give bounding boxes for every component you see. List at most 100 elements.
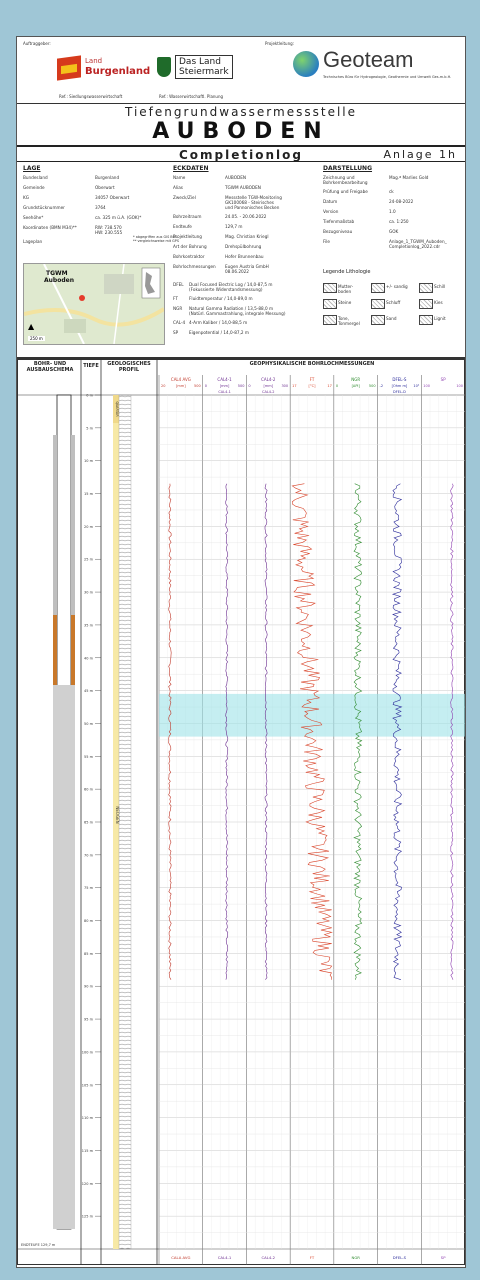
footer-track-name: CAL4-2 [261, 1255, 275, 1260]
depth-label: 15 m [84, 492, 94, 496]
eck-value: Hofer Brunnenbau [225, 254, 264, 259]
depth-label: 80 m [84, 919, 94, 923]
track-name: SP [441, 377, 447, 382]
track-left: 0 [205, 384, 207, 388]
dar-key: Tiefenmaßstab [323, 219, 355, 224]
depth-label: 50 m [84, 722, 94, 726]
steiermark-logo: Das Land Steiermark [157, 51, 253, 91]
legend-swatch [419, 299, 433, 309]
dar-key: Version [323, 209, 339, 214]
geologic-column [118, 394, 132, 1250]
header-block: Auftraggeber: Projektleitung: Land Burge… [17, 37, 465, 359]
dar-value: ca. 1:250 [389, 219, 409, 224]
track-name: CAL4 AVG [171, 377, 191, 382]
legend-label: Steine [338, 300, 352, 305]
col-tiefe-header: TIEFE [83, 363, 99, 369]
col-geophys-header: GEOPHYSIKALISCHE BOHRLOCHMESSUNGEN [249, 361, 375, 367]
track-right: 100 [456, 384, 463, 388]
anlage-label: Anlage 1h [383, 148, 457, 161]
log-key: SP [173, 330, 179, 335]
footer-track-name: DFEL-S [393, 1255, 407, 1260]
depth-label: 110 m [82, 1116, 94, 1120]
track-left: -2 [380, 384, 384, 388]
dar-key: File [323, 239, 331, 244]
legend-swatch [371, 315, 385, 325]
lage-key: KG [23, 195, 29, 200]
dar-value: 24-08-2022 [389, 199, 414, 204]
legend-swatch [419, 315, 433, 325]
eck-value: AUBODEN [225, 175, 247, 180]
north-arrow-icon: ▲ [28, 322, 35, 331]
dar-key: Prüfung und Freigabe [323, 189, 368, 194]
dar-value: ck [389, 189, 394, 194]
eck-key: Zweck/Ziel [173, 195, 196, 200]
eck-value: 129,7 m [225, 224, 243, 229]
legend-swatch [323, 315, 337, 325]
legend-swatch [323, 299, 337, 309]
depth-label: 0 m [86, 394, 93, 398]
log-desc: Natural Gamma Radiation / 13,5-88,0 m (N… [189, 306, 286, 316]
projektleitung-label: Projektleitung: [265, 41, 295, 46]
legend-swatch [323, 283, 337, 293]
depth-label: 55 m [84, 755, 94, 759]
eck-key: Projektleitung [173, 234, 202, 239]
track-left: 0 [248, 384, 250, 388]
legend-title: Legende Lithologie [323, 269, 371, 275]
track-right: 17 [327, 384, 331, 388]
land1-small: Land [85, 57, 103, 65]
depth-label: 45 m [84, 689, 94, 693]
track-unit: [mm] [220, 384, 230, 388]
auftraggeber-label: Auftraggeber: [23, 41, 51, 46]
darstellung-title: DARSTELLUNG [323, 165, 373, 172]
gravel-pack-left [53, 615, 57, 685]
track-unit: [mm] [176, 384, 186, 388]
depth-label: 125 m [82, 1215, 94, 1219]
eck-key: Alias [173, 185, 183, 190]
log-desc: Fluidtemperatur / 14,0-89,0 m [189, 296, 253, 301]
geoteam-name: Geoteam [323, 47, 414, 72]
track-left: 100 [423, 384, 430, 388]
depth-label: 115 m [82, 1149, 94, 1153]
lage-key: Gemeinde [23, 185, 45, 190]
footer-track-name: CAL4-1 [218, 1255, 232, 1260]
depth-label: 40 m [84, 656, 94, 660]
log-key: CAL-4 [173, 320, 186, 325]
ref-steiermark: Ref.: Wasserwirtschaftl. Planung [159, 94, 224, 99]
aquifer-band [159, 693, 465, 737]
track-right: 300 [281, 384, 288, 388]
land2-line2: Steiermark [179, 67, 229, 77]
lage-key: Grundstücknummer [23, 205, 65, 210]
geoteam-logo: Geoteam Technisches Büro für Hydrogeolog… [293, 47, 463, 85]
gravel-pack-right [71, 615, 75, 685]
track-unit: [API] [352, 384, 361, 388]
dar-value: Anlage_1_TGWM_Auboden_ Completionlog_202… [389, 239, 447, 249]
depth-label: 70 m [84, 853, 94, 857]
dar-key: Bezugsniveau [323, 229, 353, 234]
lage-value: RW: 738.570 HW: 230.555 [95, 225, 123, 235]
legend-label: Schluff [386, 300, 401, 305]
legend-label: Sand [386, 316, 397, 321]
depth-label: 105 m [82, 1083, 94, 1087]
depth-label: 5 m [86, 426, 93, 430]
footer-track-name: CALA AVG [171, 1255, 190, 1260]
track-name: DFEL-S [392, 377, 407, 382]
track-left: 0 [336, 384, 338, 388]
lage-value: 34057 Oberwart [95, 195, 130, 200]
log-key: FT [173, 296, 178, 301]
eck-key: Bohrlochmessungen [173, 264, 216, 269]
eckdaten-title: ECKDATEN [173, 165, 209, 172]
track-name: NGR [351, 377, 360, 382]
legend-label: Kies [434, 300, 443, 305]
lage-key: Bundesland [23, 175, 48, 180]
lage-value: Oberwart [95, 185, 115, 190]
col-profil-header: GEOLOGISCHES PROFIL [107, 361, 151, 373]
eck-value: TGWM AUBODEN [225, 185, 261, 190]
completion-log: CAL4 AVG 20 [mm] 500 CALA AVG CAL4-1 0 [mm] 500 C… [17, 359, 465, 1265]
map-label-1: TGWM [46, 270, 68, 277]
legend-label: Tone, Tonmergel [338, 316, 360, 326]
footer-track-name: NGR [352, 1255, 361, 1260]
depth-label: 90 m [84, 985, 94, 989]
depth-label: 60 m [84, 788, 94, 792]
eck-key: Endteufe [173, 224, 192, 229]
location-map: TGWM Auboden ▲ 250 m [23, 263, 165, 345]
